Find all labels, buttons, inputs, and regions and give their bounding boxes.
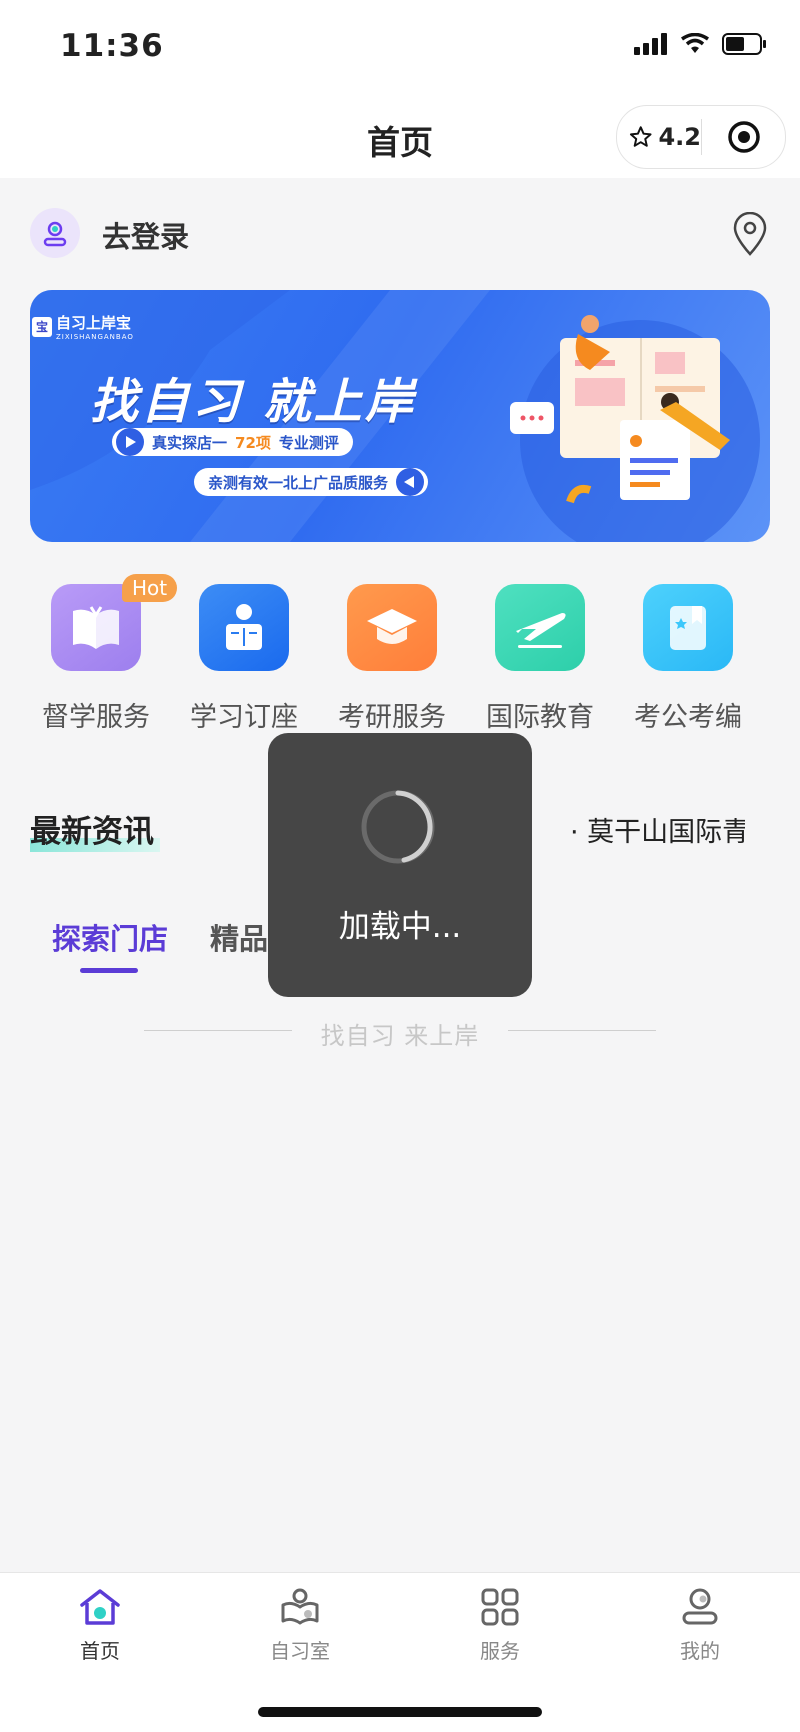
service-civil-exam[interactable]: 考公考编	[614, 584, 762, 734]
tab-featured[interactable]: 精品	[210, 916, 268, 958]
banner-logo: 宝 自习上岸宝 ZIXISHANGANBAO	[32, 312, 134, 341]
nav-bar: 首页 4.2	[0, 96, 800, 178]
logo-mark: 宝	[32, 316, 52, 337]
tab-label: 探索门店	[52, 922, 169, 956]
status-icons	[634, 32, 768, 56]
mini-program-capsule: 4.2	[616, 105, 786, 169]
study-room-icon	[281, 1588, 319, 1625]
news-ticker[interactable]: · 莫干山国际青	[570, 810, 745, 849]
service-postgrad[interactable]: 考研服务	[318, 584, 466, 734]
tab-indicator	[80, 968, 138, 973]
tab-explore-stores[interactable]: 探索门店	[52, 916, 169, 973]
news-title: 最新资讯	[30, 814, 154, 850]
target-icon	[727, 121, 760, 153]
star-icon	[629, 126, 652, 147]
service-supervision[interactable]: Hot 督学服务	[22, 574, 178, 734]
play-icon	[116, 428, 144, 456]
tabbar-label: 首页	[80, 1639, 120, 1663]
home-indicator	[258, 1707, 542, 1717]
home-icon	[80, 1589, 120, 1625]
service-label: 国际教育	[486, 702, 594, 733]
slogan-text: 找自习 来上岸	[320, 1022, 480, 1050]
logo-subtext: ZIXISHANGANBAO	[56, 333, 134, 341]
pill2-text: 亲测有效一北上广品质服务	[208, 473, 389, 492]
service-label: 考公考编	[634, 702, 742, 733]
status-bar: 11:36	[0, 0, 800, 96]
user-icon	[43, 221, 67, 247]
tabbar-label: 服务	[480, 1639, 520, 1663]
loading-spinner-icon	[361, 790, 435, 864]
bookmark-star-icon	[643, 584, 733, 671]
pill1-highlight: 72项	[235, 433, 271, 452]
avatar[interactable]	[30, 208, 80, 258]
logo-text: 自习上岸宝	[56, 314, 132, 332]
banner-pill-2: 亲测有效一北上广品质服务	[194, 468, 429, 496]
airplane-icon	[495, 584, 585, 671]
tabbar-label: 自习室	[270, 1639, 330, 1663]
service-international[interactable]: 国际教育	[466, 584, 614, 734]
tabbar-profile[interactable]: 我的	[600, 1587, 800, 1664]
battery-icon	[722, 33, 766, 55]
back-arrow-icon	[396, 468, 425, 496]
rating-button[interactable]: 4.2	[617, 123, 701, 151]
tabbar-study-room[interactable]: 自习室	[200, 1587, 400, 1664]
wifi-icon	[681, 33, 709, 53]
pill1-suffix: 专业测评	[278, 433, 339, 452]
tabbar-services[interactable]: 服务	[400, 1587, 600, 1664]
profile-icon	[682, 1588, 718, 1625]
graduation-cap-icon	[347, 584, 437, 671]
login-link[interactable]: 去登录	[102, 214, 189, 256]
status-time: 11:36	[60, 28, 164, 64]
service-label: 督学服务	[42, 702, 150, 733]
service-label: 考研服务	[338, 702, 446, 733]
service-seat-booking[interactable]: 学习订座	[170, 584, 318, 734]
pill1-text: 真实探店一	[152, 433, 228, 452]
location-icon[interactable]	[730, 212, 770, 256]
rating-value: 4.2	[658, 123, 701, 151]
banner-pill-1: 真实探店一 72项 专业测评	[112, 428, 353, 456]
service-label: 学习订座	[190, 702, 298, 733]
slogan-divider: 找自习 来上岸	[0, 1016, 800, 1050]
login-row: 去登录	[30, 206, 770, 260]
banner-headline: 找自习 就上岸	[90, 374, 416, 430]
signal-icon	[634, 33, 667, 55]
tabbar-label: 我的	[680, 1639, 720, 1663]
close-mini-program-button[interactable]	[702, 119, 785, 155]
loading-toast: 加载中...	[268, 733, 532, 997]
divider-line-right	[508, 1030, 656, 1031]
service-grid: Hot 督学服务 学习订座 考研服务 国际教育 考公考编	[22, 574, 778, 734]
grid-icon	[481, 1588, 519, 1626]
tab-label: 精品	[210, 922, 269, 956]
tabbar-home[interactable]: 首页	[0, 1587, 200, 1664]
loading-message: 加载中...	[338, 909, 462, 945]
reading-person-icon	[199, 584, 289, 671]
hot-badge: Hot	[122, 574, 178, 602]
promo-banner[interactable]: 宝 自习上岸宝 ZIXISHANGANBAO 找自习 就上岸 真实探店一 72项…	[30, 290, 770, 542]
